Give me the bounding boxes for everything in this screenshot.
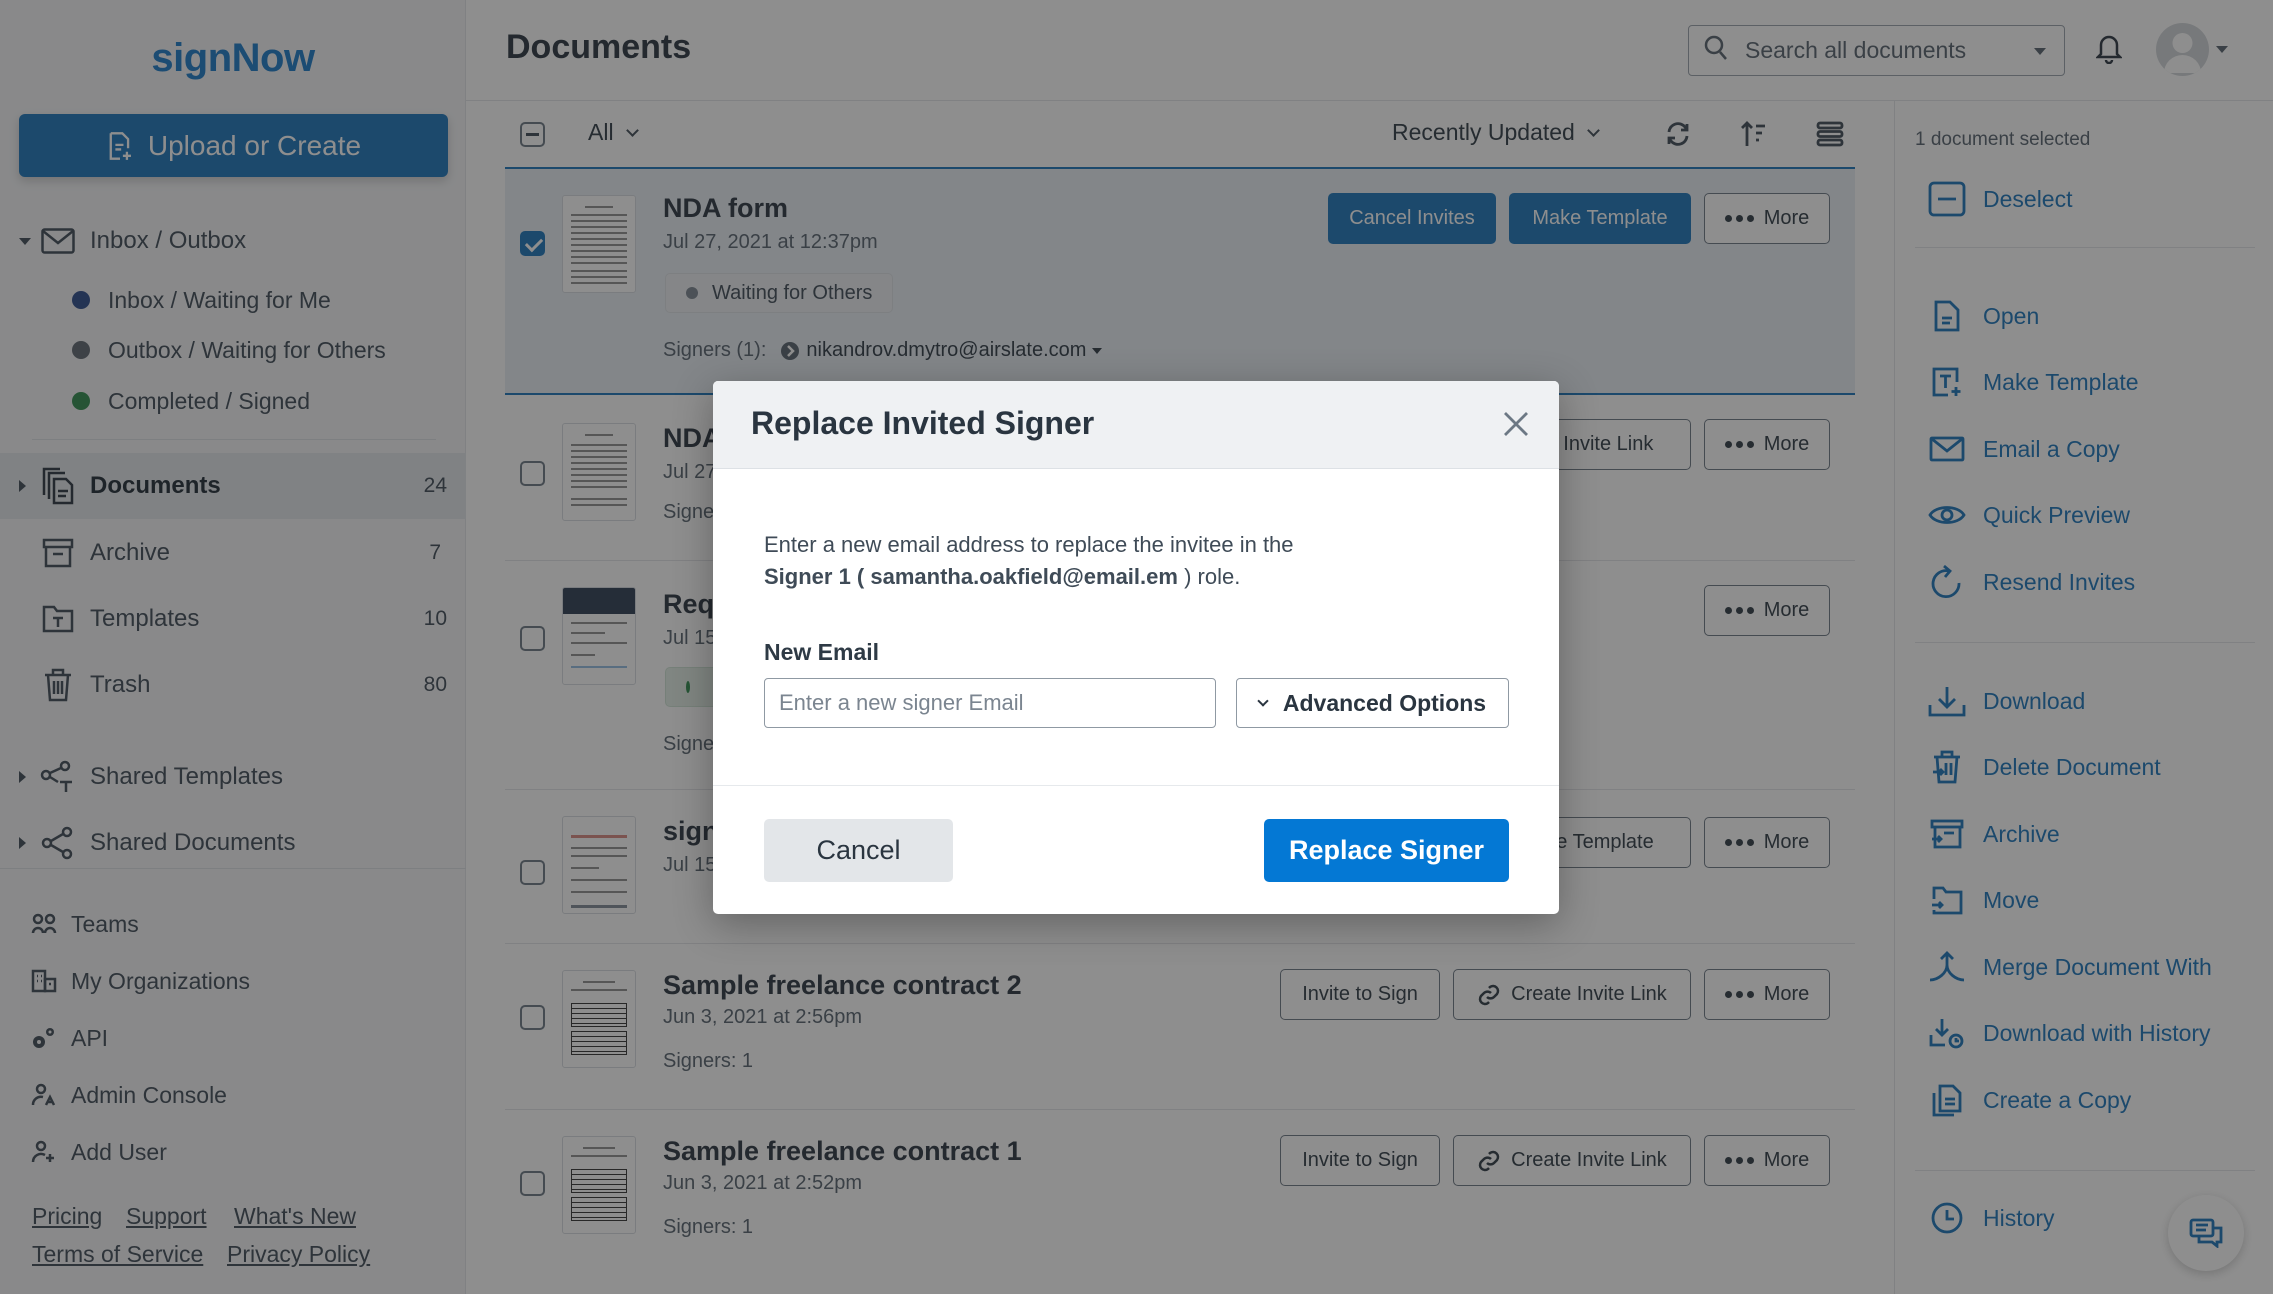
current-signer-email: samantha.oakfield@email.em	[870, 564, 1178, 589]
button-label: Replace Signer	[1288, 835, 1485, 865]
paren-close: )	[1177, 564, 1198, 589]
signer-role: Signer 1	[764, 564, 851, 589]
paren-open: (	[850, 564, 871, 589]
button-label: Cancel	[816, 835, 901, 865]
replace-signer-button[interactable]: Replace Signer	[1264, 819, 1509, 882]
button-label: Advanced Options	[1282, 689, 1487, 716]
dialog-title: Replace Invited Signer	[751, 405, 1095, 441]
description-tail: role.	[1197, 564, 1241, 589]
new-email-label: New Email	[764, 639, 880, 665]
description-text: Enter a new email address to replace the…	[764, 532, 1294, 557]
new-email-input[interactable]	[764, 678, 1216, 728]
dialog-description: Enter a new email address to replace the…	[764, 529, 1464, 593]
close-icon[interactable]	[1501, 409, 1531, 439]
divider	[713, 785, 1559, 786]
chevron-down-icon	[1257, 694, 1269, 707]
app-root: signNow Upload or Create Inbox / Outbox …	[0, 0, 2273, 1294]
dialog-header: Replace Invited Signer	[713, 381, 1559, 469]
advanced-options-button[interactable]: Advanced Options	[1236, 678, 1509, 728]
replace-signer-dialog: Replace Invited Signer Enter a new email…	[713, 381, 1559, 914]
cancel-button[interactable]: Cancel	[764, 819, 953, 882]
